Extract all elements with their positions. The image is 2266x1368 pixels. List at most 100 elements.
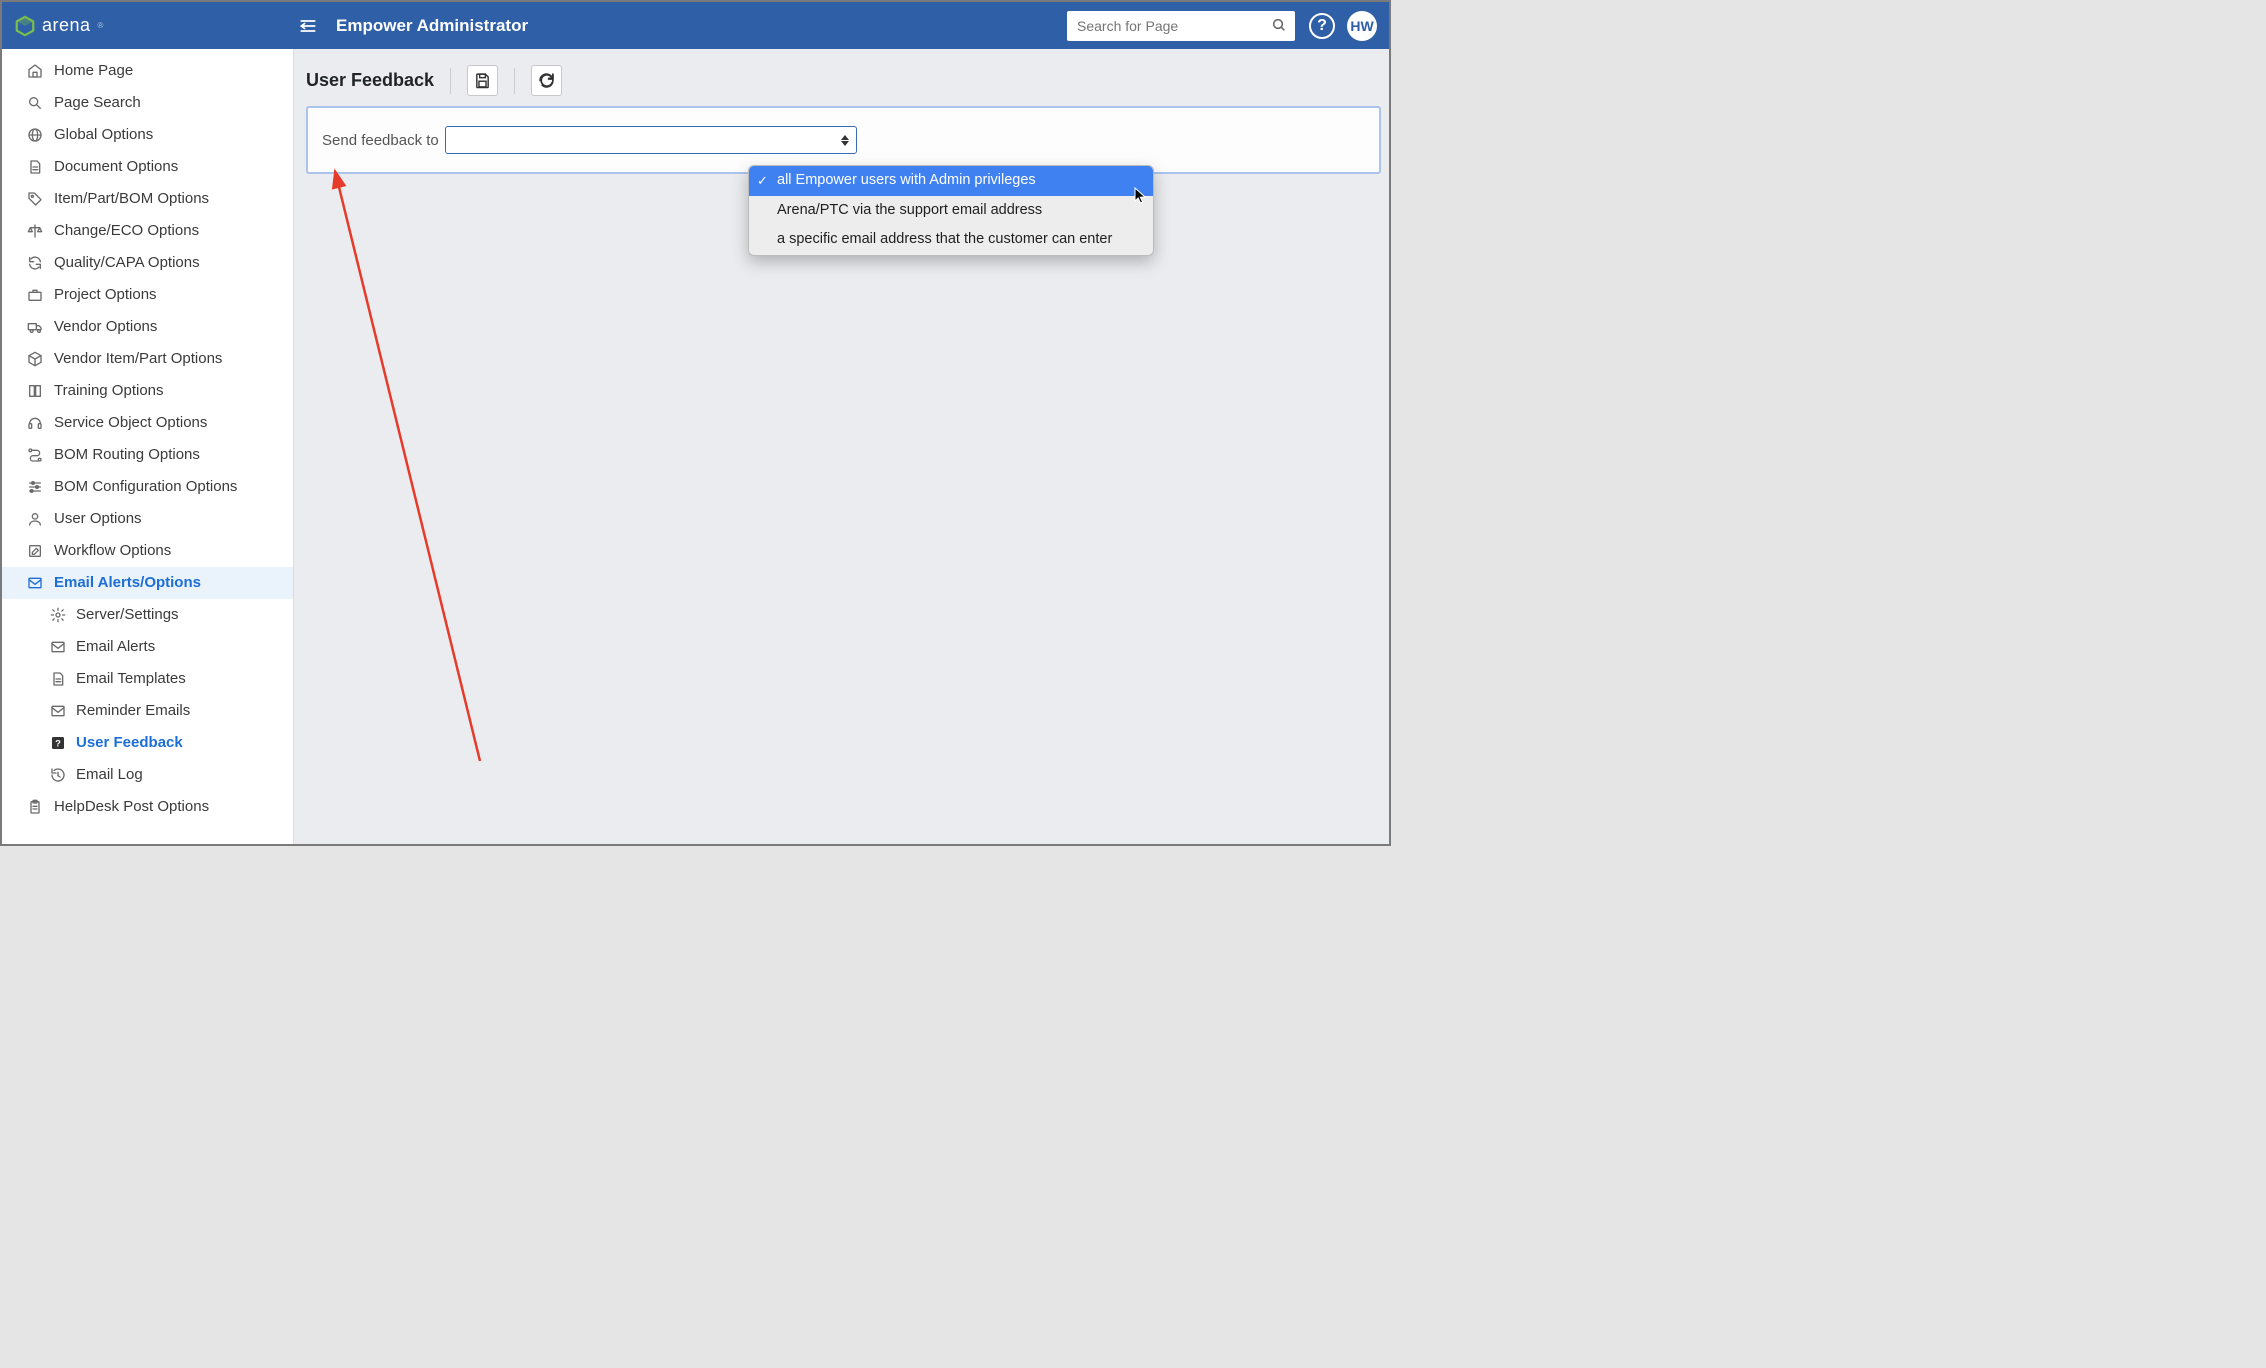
sidebar-item-label: Global Options [54, 126, 153, 144]
send-feedback-label: Send feedback to [322, 132, 439, 149]
feedback-destination-select[interactable] [445, 126, 857, 154]
save-icon [474, 72, 491, 89]
edit-icon [26, 542, 44, 560]
mail-icon [50, 703, 66, 719]
sidebar-item-email-alerts-options[interactable]: Email Alerts/Options [2, 567, 293, 599]
briefcase-icon [26, 286, 44, 304]
sidebar-item-label: BOM Configuration Options [54, 478, 237, 496]
dropdown-option-label: Arena/PTC via the support email address [777, 202, 1042, 218]
sidebar: Home PagePage Search Global Options Docume… [2, 49, 294, 844]
help-button[interactable]: ? [1309, 13, 1335, 39]
header-left: Empower Administrator [194, 12, 528, 40]
sidebar-item-home-page[interactable]: Home Page [2, 55, 293, 87]
sidebar-item-service-object-options[interactable]: Service Object Options [2, 407, 293, 439]
avatar-initials: HW [1350, 18, 1373, 34]
sidebar-subitem-email-templates[interactable]: Email Templates [2, 663, 293, 695]
topbar: arena ® Empower Administrator ? HW [2, 2, 1389, 49]
sidebar-item-quality-capa-options[interactable]: Quality/CAPA Options [2, 247, 293, 279]
refresh-icon [26, 254, 44, 272]
sidebar-item-label: Quality/CAPA Options [54, 254, 200, 272]
question-icon: ? [50, 735, 66, 751]
divider [450, 68, 451, 94]
mail-icon [26, 574, 44, 592]
sidebar-item-training-options[interactable]: Training Options [2, 375, 293, 407]
route-icon [26, 446, 44, 464]
user-avatar[interactable]: HW [1347, 11, 1377, 41]
sidebar-subitem-email-alerts[interactable]: Email Alerts [2, 631, 293, 663]
globe-icon [26, 126, 44, 144]
sidebar-item-label: Workflow Options [54, 542, 171, 560]
dropdown-option[interactable]: ✓all Empower users with Admin privileges [749, 166, 1153, 196]
page-search-box[interactable] [1067, 11, 1295, 41]
sidebar-item-label: Reminder Emails [76, 702, 190, 720]
mail-icon [50, 639, 66, 655]
sidebar-subitem-user-feedback[interactable]: ? User Feedback [2, 727, 293, 759]
sidebar-item-document-options[interactable]: Document Options [2, 151, 293, 183]
page-search-input[interactable] [1067, 11, 1295, 41]
sidebar-item-helpdesk-post-options[interactable]: HelpDesk Post Options [2, 791, 293, 823]
sidebar-item-label: Project Options [54, 286, 157, 304]
dropdown-option-label: a specific email address that the custom… [777, 231, 1112, 247]
tag-icon [26, 190, 44, 208]
sidebar-item-vendor-item-part-options[interactable]: Vendor Item/Part Options [2, 343, 293, 375]
save-button[interactable] [467, 65, 498, 96]
user-icon [26, 510, 44, 528]
sidebar-subitem-reminder-emails[interactable]: Reminder Emails [2, 695, 293, 727]
menu-collapse-icon [298, 16, 318, 36]
headset-icon [26, 414, 44, 432]
search-icon [1271, 17, 1287, 33]
sidebar-item-page-search[interactable]: Page Search [2, 87, 293, 119]
sidebar-item-label: Email Templates [76, 670, 186, 688]
brand-text: arena [42, 15, 91, 36]
brand-mark-icon [14, 15, 36, 37]
menu-toggle-button[interactable] [294, 12, 322, 40]
sidebar-item-label: HelpDesk Post Options [54, 798, 209, 816]
header-right: ? HW [1309, 11, 1377, 41]
sidebar-item-label: Training Options [54, 382, 164, 400]
sidebar-item-label: User Options [54, 510, 142, 528]
sidebar-subitem-server-settings[interactable]: Server/Settings [2, 599, 293, 631]
check-icon: ✓ [757, 172, 768, 190]
sidebar-item-label: Item/Part/BOM Options [54, 190, 209, 208]
sliders-icon [26, 478, 44, 496]
sidebar-item-user-options[interactable]: User Options [2, 503, 293, 535]
brand-reg-mark: ® [98, 21, 104, 30]
sidebar-item-label: Email Log [76, 766, 143, 784]
sidebar-item-label: Document Options [54, 158, 178, 176]
sidebar-item-global-options[interactable]: Global Options [2, 119, 293, 151]
sidebar-item-label: Email Alerts [76, 638, 155, 656]
scale-icon [26, 222, 44, 240]
sidebar-item-item-part-bom-options[interactable]: Item/Part/BOM Options [2, 183, 293, 215]
refresh-button[interactable] [531, 65, 562, 96]
sidebar-item-vendor-options[interactable]: Vendor Options [2, 311, 293, 343]
sidebar-item-label: Vendor Item/Part Options [54, 350, 222, 368]
refresh-icon [538, 72, 555, 89]
doc-icon [50, 671, 66, 687]
history-icon [50, 767, 66, 783]
search-icon [26, 94, 44, 112]
divider [514, 68, 515, 94]
sidebar-item-change-eco-options[interactable]: Change/ECO Options [2, 215, 293, 247]
header-title: Empower Administrator [336, 16, 528, 36]
doc-icon [26, 158, 44, 176]
sidebar-item-label: Change/ECO Options [54, 222, 199, 240]
brand-logo: arena ® [14, 15, 194, 37]
main-content: User Feedback Send feedback to [294, 49, 1389, 844]
sidebar-item-label: User Feedback [76, 734, 183, 752]
sidebar-subitem-email-log[interactable]: Email Log [2, 759, 293, 791]
dropdown-option[interactable]: Arena/PTC via the support email address [749, 196, 1153, 226]
gear-icon [50, 607, 66, 623]
dropdown-option[interactable]: a specific email address that the custom… [749, 225, 1153, 255]
sidebar-item-workflow-options[interactable]: Workflow Options [2, 535, 293, 567]
truck-icon [26, 318, 44, 336]
sidebar-item-bom-configuration-options[interactable]: BOM Configuration Options [2, 471, 293, 503]
help-icon: ? [1317, 17, 1327, 35]
title-row: User Feedback [306, 61, 1381, 106]
sidebar-item-project-options[interactable]: Project Options [2, 279, 293, 311]
sidebar-item-label: BOM Routing Options [54, 446, 200, 464]
clipboard-icon [26, 798, 44, 816]
select-caret-icon [837, 130, 853, 150]
sidebar-item-label: Email Alerts/Options [54, 574, 201, 592]
home-icon [26, 62, 44, 80]
sidebar-item-bom-routing-options[interactable]: BOM Routing Options [2, 439, 293, 471]
